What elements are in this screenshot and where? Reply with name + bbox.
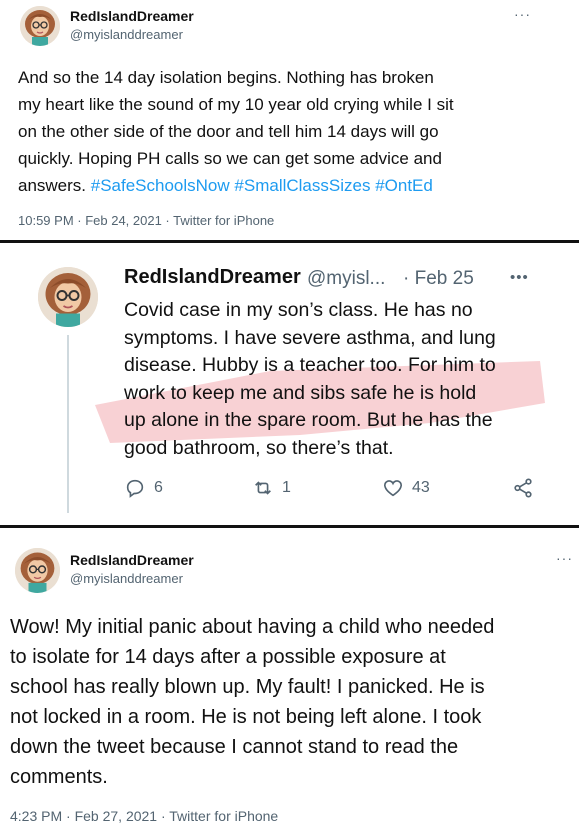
tweet-line: comments. (10, 766, 108, 788)
tweet-line: answers. (18, 176, 91, 195)
tweet-date[interactable]: · Feb 25 (403, 268, 474, 290)
display-name[interactable]: RedIslandDreamer (70, 552, 194, 568)
retweet-count: 1 (282, 479, 291, 496)
tweet-line: on the other side of the door and tell h… (18, 122, 439, 141)
reply-count: 6 (154, 479, 163, 496)
avatar-image (15, 548, 60, 593)
avatar[interactable] (15, 548, 60, 593)
display-name[interactable]: RedIslandDreamer (70, 8, 194, 24)
avatar-image (20, 6, 60, 46)
tweet-1: RedIslandDreamer @myislanddreamer ··· An… (0, 0, 579, 240)
more-options-icon[interactable]: ··· (556, 550, 573, 566)
retweet-button[interactable]: 1 (252, 477, 291, 499)
user-handle[interactable]: @myislanddreamer (70, 27, 183, 42)
reply-icon (126, 479, 144, 498)
share-button[interactable] (512, 477, 534, 499)
tweet-text: Covid case in my son’s class. He has no … (124, 297, 564, 462)
user-handle[interactable]: @myislanddreamer (70, 571, 183, 586)
tweet-2: RedIslandDreamer @myisl... · Feb 25 ••• … (0, 243, 579, 525)
tweet-line: quickly. Hoping PH calls so we can get s… (18, 149, 442, 168)
tweet-text: And so the 14 day isolation begins. Noth… (18, 64, 568, 199)
hashtag-smallclasssizes[interactable]: #SmallClassSizes (234, 176, 370, 195)
tweet-text: Wow! My initial panic about having a chi… (10, 612, 575, 792)
tweet-3: RedIslandDreamer @myislanddreamer ··· Wo… (0, 528, 579, 834)
tweet-line: work to keep me and sibs safe he is hold (124, 381, 477, 404)
reply-button[interactable]: 6 (124, 477, 163, 499)
like-button[interactable]: 43 (382, 477, 430, 499)
tweet-line-with-hashtags: answers. #SafeSchoolsNow #SmallClassSize… (18, 172, 568, 199)
tweet-timestamp[interactable]: 10:59 PM · Feb 24, 2021 · Twitter for iP… (18, 213, 274, 228)
tweet-line: school has really blown up. My fault! I … (10, 676, 485, 698)
tweet-line: disease. Hubby is a teacher too. For him… (124, 354, 496, 376)
tweet-timestamp[interactable]: 4:23 PM · Feb 27, 2021 · Twitter for iPh… (10, 808, 278, 824)
tweet-line: not locked in a room. He is not being le… (10, 706, 482, 728)
tweet-line: to isolate for 14 days after a possible … (10, 646, 446, 668)
tweet-line: down the tweet because I cannot stand to… (10, 736, 459, 758)
heart-icon (383, 480, 403, 497)
tweet-line: Wow! My initial panic about having a chi… (10, 616, 495, 638)
tweet-line: good bathroom, so there’s that. (124, 436, 394, 459)
user-handle[interactable]: @myisl... (307, 268, 385, 290)
share-icon (514, 478, 532, 498)
tweet-line: And so the 14 day isolation begins. Noth… (18, 68, 434, 87)
avatar[interactable] (20, 6, 60, 46)
display-name[interactable]: RedIslandDreamer (124, 266, 301, 289)
tweet-line: my heart like the sound of my 10 year ol… (18, 95, 454, 114)
hashtag-safeschoolsnow[interactable]: #SafeSchoolsNow (91, 176, 230, 195)
hashtag-onted[interactable]: #OntEd (375, 176, 433, 195)
more-options-icon[interactable]: ••• (510, 269, 529, 286)
tweet-line: Covid case in my son’s class. He has no (124, 299, 473, 321)
retweet-icon (255, 481, 271, 495)
more-options-icon[interactable]: ··· (514, 6, 531, 22)
like-count: 43 (412, 479, 430, 496)
tweet-line: up alone in the spare room. But he has t… (124, 409, 493, 431)
tweet-line: symptoms. I have severe asthma, and lung (124, 326, 496, 349)
